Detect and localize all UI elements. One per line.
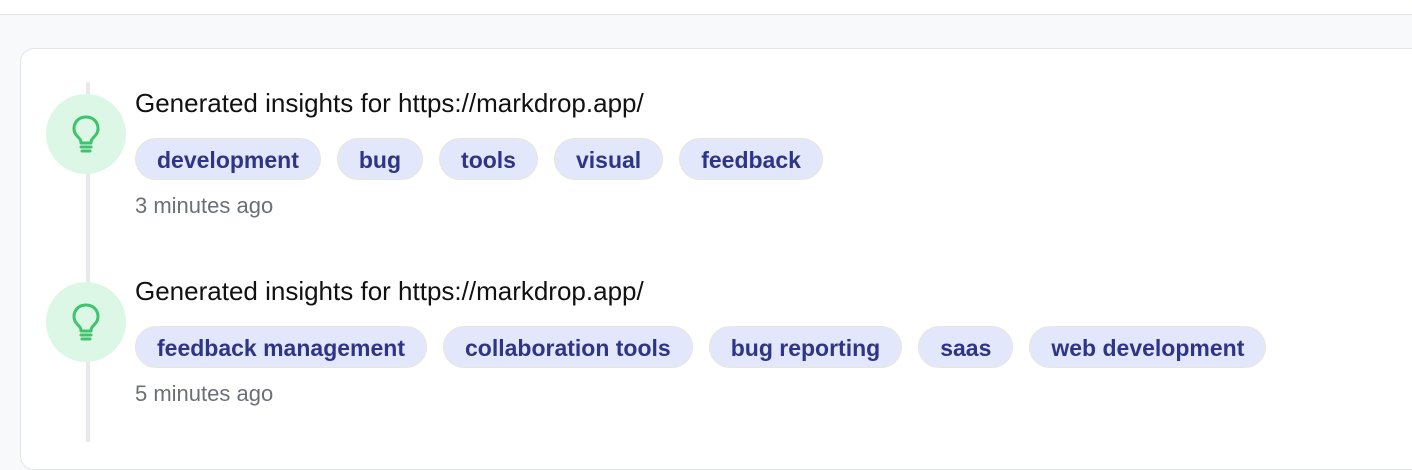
tag-chip[interactable]: web development	[1029, 326, 1267, 368]
activity-content: Generated insights for https://markdrop.…	[135, 274, 1267, 408]
lightbulb-icon	[46, 282, 126, 362]
activity-timestamp: 3 minutes ago	[135, 193, 274, 218]
tag-list: development bug tools visual feedback	[135, 138, 823, 180]
tag-chip[interactable]: visual	[553, 138, 664, 180]
activity-timestamp: 5 minutes ago	[135, 381, 274, 406]
activity-title: Generated insights for https://markdrop.…	[135, 276, 644, 306]
tag-chip[interactable]: feedback management	[135, 326, 427, 368]
tag-chip[interactable]: feedback	[679, 138, 823, 180]
tag-chip[interactable]: saas	[918, 326, 1014, 368]
activity-content: Generated insights for https://markdrop.…	[135, 86, 823, 220]
tag-chip[interactable]: development	[135, 138, 321, 180]
tag-chip[interactable]: tools	[439, 138, 538, 180]
lightbulb-icon	[46, 94, 126, 174]
tag-chip[interactable]: bug	[336, 138, 424, 180]
tag-chip[interactable]: collaboration tools	[442, 326, 693, 368]
activity-title: Generated insights for https://markdrop.…	[135, 88, 644, 118]
tag-chip[interactable]: bug reporting	[708, 326, 903, 368]
tag-list: feedback management collaboration tools …	[135, 326, 1267, 368]
top-bar	[0, 0, 1412, 15]
